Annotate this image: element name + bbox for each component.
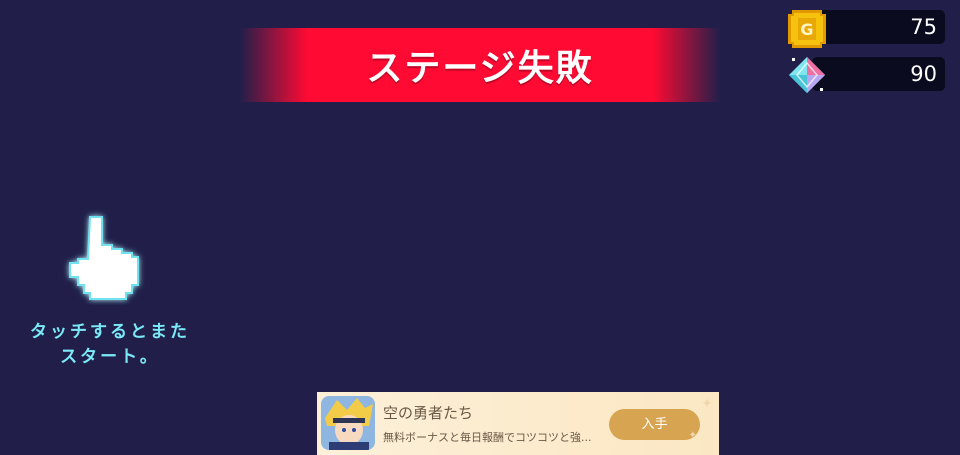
gem-icon bbox=[789, 57, 825, 93]
ad-description: 無料ボーナスと毎日報酬でコツコツと強... bbox=[383, 431, 592, 444]
game-character-icon bbox=[321, 396, 375, 450]
sparkle-icon: ✦ bbox=[688, 430, 697, 441]
stage-failed-banner: ステージ失敗 bbox=[240, 28, 720, 102]
restart-hint-line1: タッチするとまた bbox=[30, 322, 190, 342]
sparkle-icon: ✦ bbox=[701, 396, 713, 412]
restart-hint: タッチするとまた スタート。 bbox=[10, 320, 210, 370]
gem-counter: 90 bbox=[812, 57, 945, 91]
stage-failed-title: ステージ失敗 bbox=[366, 48, 594, 89]
coin-icon: G bbox=[788, 10, 826, 48]
ad-get-button[interactable]: 入手 bbox=[609, 409, 700, 440]
svg-text:G: G bbox=[800, 20, 813, 39]
ad-title: 空の勇者たち bbox=[383, 404, 474, 422]
coin-counter: 75 bbox=[812, 10, 945, 44]
coin-count: 75 bbox=[910, 15, 937, 39]
gem-count: 90 bbox=[910, 62, 937, 86]
ad-banner[interactable]: 空の勇者たち 無料ボーナスと毎日報酬でコツコツと強... 入手 ✦ ✦ bbox=[317, 392, 719, 455]
restart-hint-line2: スタート。 bbox=[60, 347, 160, 367]
pointing-hand-icon bbox=[69, 216, 139, 300]
